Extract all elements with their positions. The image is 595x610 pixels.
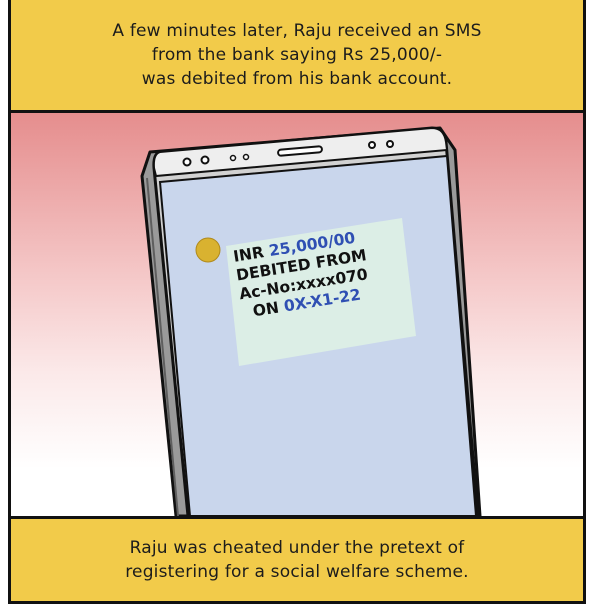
caption-line: from the bank saying Rs 25,000/-	[151, 45, 443, 65]
caption-line: was debited from his bank account.	[141, 69, 453, 89]
caption-line: A few minutes later, Raju received an SM…	[112, 21, 482, 41]
caption-line: Raju was cheated under the pretext of	[129, 538, 465, 558]
sensor-icon	[200, 155, 210, 165]
caption-top: A few minutes later, Raju received an SM…	[8, 0, 586, 113]
notification-dot-icon	[195, 237, 221, 263]
sensor-icon	[242, 153, 250, 161]
front-camera-icon	[182, 157, 192, 167]
caption-bottom: Raju was cheated under the pretext of re…	[8, 516, 586, 604]
comic-panel: INR 25,000/00 DEBITED FROM Ac-No:xxxx070…	[0, 0, 595, 610]
sensor-icon	[229, 154, 237, 162]
sensor-icon	[386, 140, 394, 148]
caption-line: registering for a social welfare scheme.	[125, 562, 469, 582]
sensor-icon	[368, 141, 376, 149]
